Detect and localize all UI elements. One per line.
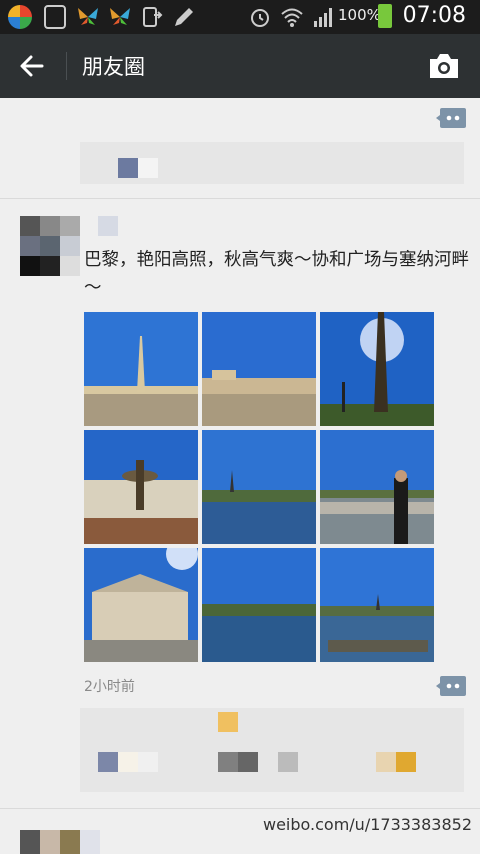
liker-avatar[interactable] xyxy=(98,752,118,772)
prev-liker-avatar-2 xyxy=(138,158,158,178)
camera-button[interactable] xyxy=(428,52,460,80)
avatar-pixel xyxy=(40,216,60,236)
comment-button[interactable] xyxy=(436,676,466,696)
avatar-pixel xyxy=(40,236,60,256)
feed-separator xyxy=(0,808,480,809)
author-name-blurred[interactable] xyxy=(98,216,118,236)
weibo-watermark: weibo.com/u/1733383852 xyxy=(263,816,472,833)
photo-thumbnail[interactable] xyxy=(202,312,316,426)
butterfly-icon-2 xyxy=(108,5,132,29)
liker-avatar[interactable] xyxy=(138,752,158,772)
comment-icon xyxy=(436,676,466,696)
back-button[interactable] xyxy=(14,48,50,84)
photo-thumbnail[interactable] xyxy=(84,430,198,544)
app-notification-icon xyxy=(8,5,32,29)
wifi-icon xyxy=(280,5,304,29)
camera-icon xyxy=(430,54,458,78)
next-author-avatar-pixel xyxy=(60,830,80,854)
next-author-avatar-pixel xyxy=(40,830,60,854)
liker-avatar[interactable] xyxy=(396,752,416,772)
liker-avatar[interactable] xyxy=(218,712,238,732)
likes-box xyxy=(80,708,464,792)
author-avatar[interactable] xyxy=(20,216,80,276)
liker-avatar[interactable] xyxy=(376,752,396,772)
arrow-left-icon xyxy=(20,55,44,77)
photo-thumbnail[interactable] xyxy=(320,430,434,544)
post-text: 巴黎，艳阳高照，秋高气爽～协和广场与塞纳河畔～ xyxy=(84,250,469,298)
document-icon xyxy=(44,5,66,29)
pencil-icon xyxy=(172,5,196,29)
status-bar: 100% 07:08 xyxy=(0,0,480,34)
photo-thumbnail[interactable] xyxy=(84,312,198,426)
comment-icon xyxy=(436,108,466,128)
avatar-pixel xyxy=(20,256,40,276)
photo-thumbnail[interactable] xyxy=(320,548,434,662)
page-title: 朋友圈 xyxy=(82,55,145,79)
phone-sync-icon xyxy=(140,5,164,29)
battery-percent: 100% xyxy=(338,6,381,24)
avatar-pixel xyxy=(20,216,40,236)
photo-thumbnail[interactable] xyxy=(202,430,316,544)
butterfly-icon xyxy=(76,5,100,29)
avatar-pixel xyxy=(60,256,80,276)
signal-icon xyxy=(312,5,336,29)
photo-thumbnail[interactable] xyxy=(84,548,198,662)
avatar-pixel xyxy=(40,256,60,276)
feed-separator xyxy=(0,198,480,199)
next-author-avatar-pixel xyxy=(80,830,100,854)
comment-button-top[interactable] xyxy=(436,108,466,128)
photo-thumbnail[interactable] xyxy=(202,548,316,662)
liker-avatar[interactable] xyxy=(218,752,238,772)
watermark-text: weibo.com/u/1733383852 xyxy=(262,815,472,834)
title-divider xyxy=(66,52,67,80)
prev-liker-avatar xyxy=(118,158,138,178)
battery-icon xyxy=(378,4,392,28)
avatar-pixel xyxy=(60,236,80,256)
avatar-pixel xyxy=(60,216,80,236)
post-timestamp: 2小时前 xyxy=(84,679,135,695)
alarm-icon xyxy=(248,5,272,29)
photo-thumbnail[interactable] xyxy=(320,312,434,426)
next-author-avatar[interactable] xyxy=(20,830,40,854)
liker-avatar[interactable] xyxy=(118,752,138,772)
title-bar: 朋友圈 xyxy=(0,34,480,98)
avatar-pixel xyxy=(20,236,40,256)
liker-avatar[interactable] xyxy=(278,752,298,772)
clock: 07:08 xyxy=(402,3,466,28)
liker-avatar[interactable] xyxy=(238,752,258,772)
